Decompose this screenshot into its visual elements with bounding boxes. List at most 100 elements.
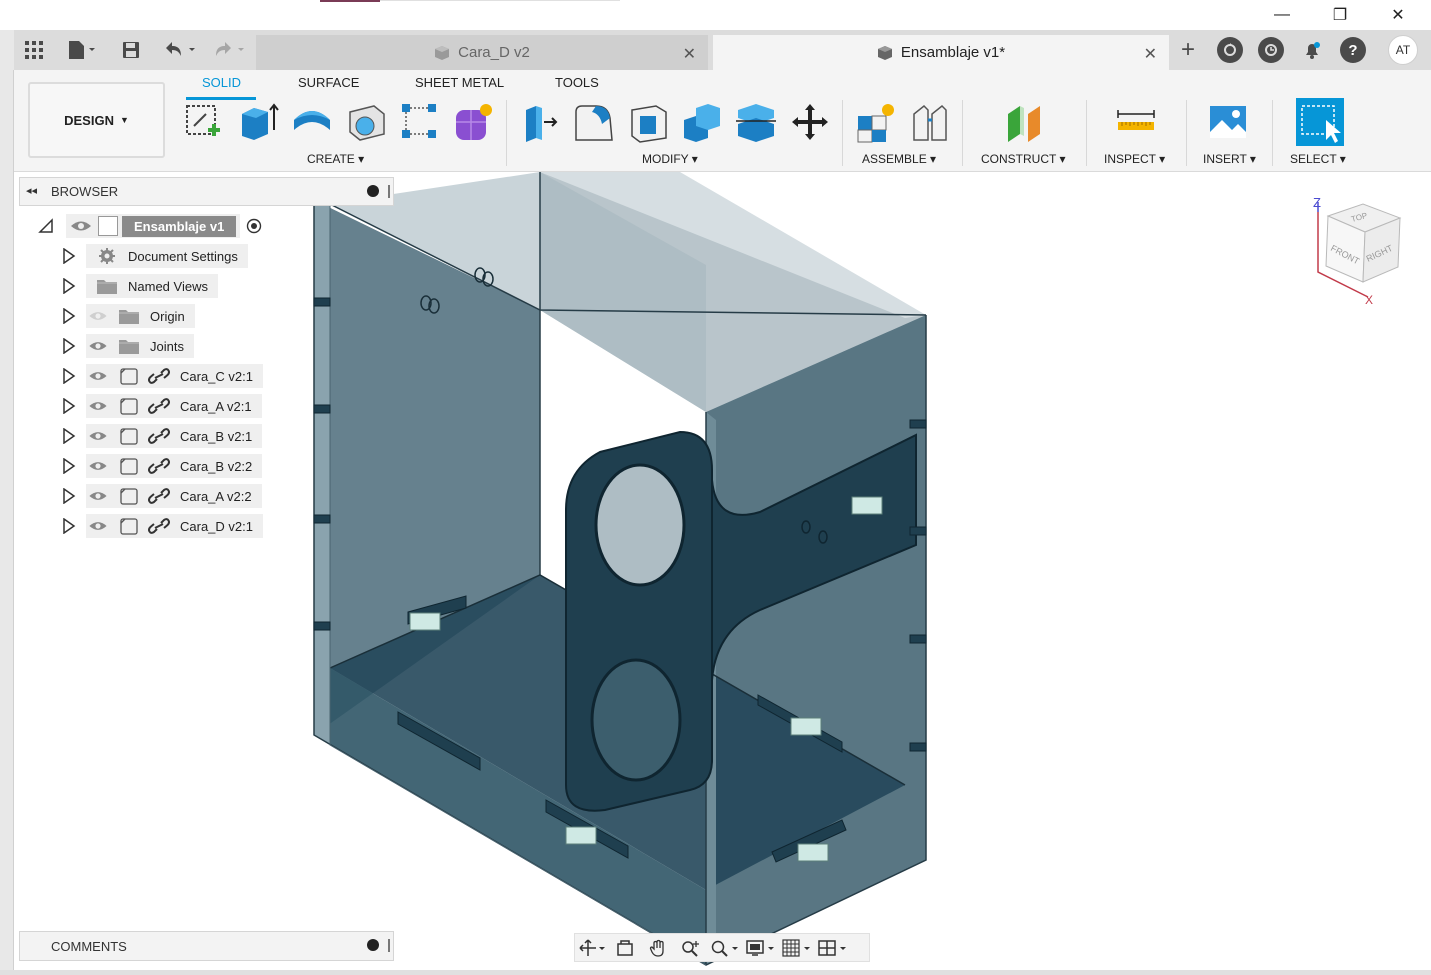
tree-item-box[interactable]: Cara_B v2:1: [86, 424, 263, 448]
browser-tree-item[interactable]: Cara_B v2:2: [62, 454, 263, 478]
comments-panel-header[interactable]: COMMENTS: [19, 931, 394, 961]
new-tab-plus-icon[interactable]: +: [1174, 36, 1202, 63]
measure-icon[interactable]: [1114, 100, 1158, 144]
expand-triangle-icon[interactable]: [62, 488, 76, 504]
offset-plane-icon[interactable]: [1002, 100, 1046, 144]
activate-radio-icon[interactable]: [246, 218, 262, 234]
orbit-icon[interactable]: [575, 934, 608, 961]
zoom-window-icon[interactable]: [707, 934, 743, 961]
undo-icon[interactable]: [160, 38, 200, 62]
expand-triangle-icon[interactable]: [62, 518, 76, 534]
tab-cara-d[interactable]: Cara_D v2 ✕: [256, 35, 708, 70]
help-icon[interactable]: ?: [1340, 37, 1366, 63]
eye-hidden-icon[interactable]: [88, 310, 108, 322]
browser-tree-item[interactable]: Origin: [62, 304, 195, 328]
eye-icon[interactable]: [88, 370, 108, 382]
tree-item-box[interactable]: Cara_C v2:1: [86, 364, 263, 388]
press-pull-icon[interactable]: [518, 100, 562, 144]
group-label-create[interactable]: CREATE ▾: [307, 152, 364, 166]
panel-pin-icon[interactable]: [388, 185, 390, 198]
group-label-modify[interactable]: MODIFY ▾: [642, 152, 698, 166]
tab-solid[interactable]: SOLID: [202, 75, 241, 90]
browser-tree-item[interactable]: Joints: [62, 334, 194, 358]
pan-hand-icon[interactable]: [641, 934, 674, 961]
grid-snaps-icon[interactable]: [779, 934, 815, 961]
group-label-assemble[interactable]: ASSEMBLE ▾: [862, 152, 936, 166]
expand-triangle-icon[interactable]: [62, 248, 76, 264]
sweep-icon[interactable]: [344, 100, 388, 144]
tree-item-box[interactable]: Document Settings: [86, 244, 248, 268]
create-form-icon[interactable]: [452, 100, 496, 144]
viewport-canvas[interactable]: [14, 172, 1431, 970]
model-view[interactable]: [14, 172, 1431, 970]
select-icon[interactable]: [1296, 98, 1344, 146]
new-component-icon[interactable]: [854, 100, 898, 144]
redo-icon[interactable]: [210, 38, 250, 62]
browser-tree-item[interactable]: Cara_A v2:2: [62, 484, 262, 508]
move-copy-icon[interactable]: [788, 100, 832, 144]
close-tab-icon[interactable]: ✕: [683, 44, 696, 64]
look-at-icon[interactable]: [608, 934, 641, 961]
browser-tree-item[interactable]: Named Views: [62, 274, 218, 298]
zoom-icon[interactable]: [674, 934, 707, 961]
joint-icon[interactable]: [908, 100, 952, 144]
eye-icon[interactable]: [88, 430, 108, 442]
minimize-panel-icon[interactable]: [367, 185, 379, 197]
restore-button[interactable]: ❐: [1312, 0, 1368, 30]
expand-triangle-icon[interactable]: [38, 218, 54, 234]
eye-icon[interactable]: [88, 460, 108, 472]
tab-sheet-metal[interactable]: SHEET METAL: [415, 75, 504, 90]
tree-item-box[interactable]: Cara_A v2:1: [86, 394, 262, 418]
viewcube[interactable]: TOP FRONT RIGHT Z X: [1308, 192, 1408, 307]
extrude-icon[interactable]: [236, 100, 280, 144]
collapse-panel-icon[interactable]: ◂◂: [26, 184, 37, 197]
browser-panel-header[interactable]: ◂◂ BROWSER: [19, 177, 394, 206]
browser-tree-item[interactable]: Cara_A v2:1: [62, 394, 262, 418]
close-window-button[interactable]: ✕: [1370, 0, 1426, 30]
minimize-button[interactable]: —: [1254, 0, 1310, 30]
add-comment-icon[interactable]: [367, 939, 379, 951]
panel-pin-icon[interactable]: [388, 939, 390, 952]
tab-surface[interactable]: SURFACE: [298, 75, 359, 90]
revolve-icon[interactable]: [290, 100, 334, 144]
apps-grid-icon[interactable]: [22, 38, 46, 62]
tree-item-box[interactable]: Cara_A v2:2: [86, 484, 262, 508]
browser-tree-item[interactable]: Cara_C v2:1: [62, 364, 263, 388]
tab-ensamblaje[interactable]: Ensamblaje v1* ✕: [713, 35, 1169, 70]
split-body-icon[interactable]: [734, 100, 778, 144]
shell-icon[interactable]: [626, 100, 670, 144]
tree-item-box[interactable]: Origin: [86, 304, 195, 328]
workspace-switcher-button[interactable]: DESIGN ▼: [28, 82, 165, 158]
eye-icon[interactable]: [88, 520, 108, 532]
close-tab-icon[interactable]: ✕: [1144, 44, 1157, 64]
user-avatar[interactable]: AT: [1388, 35, 1418, 65]
root-item[interactable]: Ensamblaje v1: [66, 214, 241, 238]
fillet-icon[interactable]: [572, 100, 616, 144]
eye-icon[interactable]: [70, 219, 92, 233]
rectangular-pattern-icon[interactable]: [398, 100, 442, 144]
expand-triangle-icon[interactable]: [62, 368, 76, 384]
tree-item-box[interactable]: Cara_D v2:1: [86, 514, 263, 538]
eye-icon[interactable]: [88, 340, 108, 352]
expand-triangle-icon[interactable]: [62, 428, 76, 444]
save-icon[interactable]: [120, 38, 142, 62]
group-label-select[interactable]: SELECT ▾: [1290, 152, 1346, 166]
expand-triangle-icon[interactable]: [62, 458, 76, 474]
group-label-inspect[interactable]: INSPECT ▾: [1104, 152, 1165, 166]
expand-triangle-icon[interactable]: [62, 308, 76, 324]
tree-item-box[interactable]: Named Views: [86, 274, 218, 298]
expand-triangle-icon[interactable]: [62, 278, 76, 294]
group-label-construct[interactable]: CONSTRUCT ▾: [981, 152, 1065, 166]
tree-item-box[interactable]: Cara_B v2:2: [86, 454, 263, 478]
viewports-icon[interactable]: [815, 934, 851, 961]
create-sketch-icon[interactable]: [182, 100, 226, 144]
eye-icon[interactable]: [88, 490, 108, 502]
expand-triangle-icon[interactable]: [62, 338, 76, 354]
notifications-bell-icon[interactable]: [1299, 37, 1325, 63]
browser-tree-item[interactable]: Document Settings: [62, 244, 248, 268]
display-settings-icon[interactable]: [743, 934, 779, 961]
browser-root-row[interactable]: Ensamblaje v1: [38, 214, 262, 238]
expand-triangle-icon[interactable]: [62, 398, 76, 414]
file-menu-icon[interactable]: [64, 38, 100, 62]
job-status-icon[interactable]: [1258, 37, 1284, 63]
